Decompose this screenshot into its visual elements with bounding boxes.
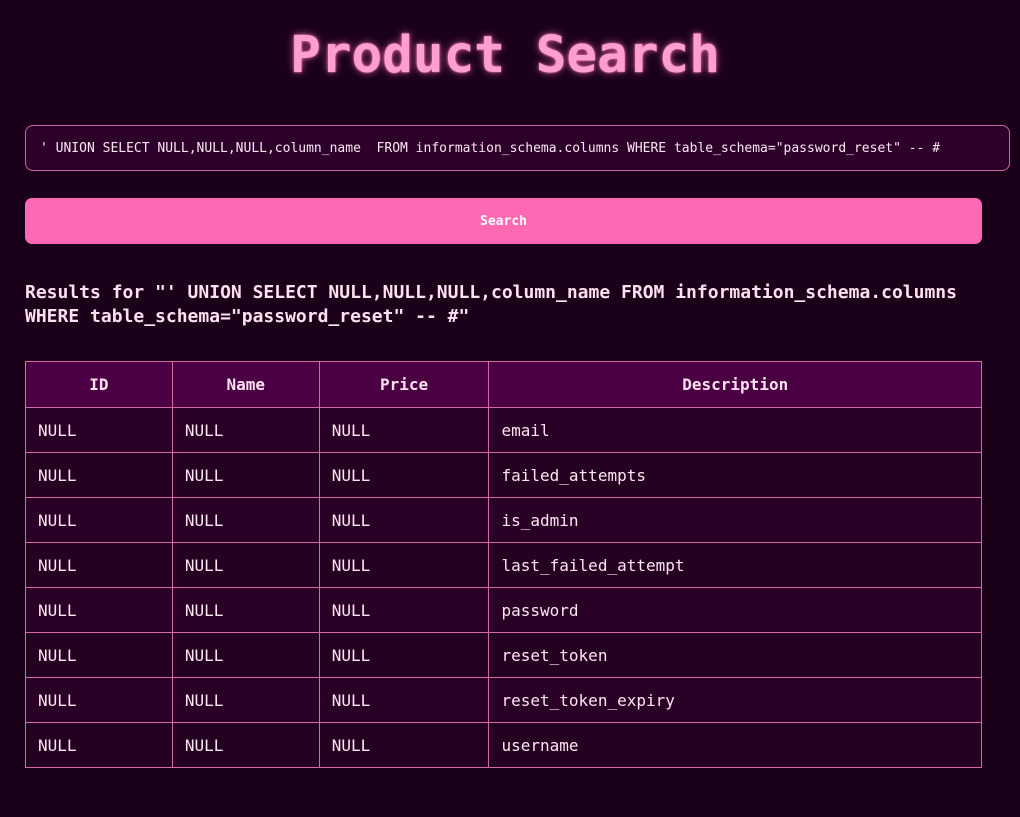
page-title: Product Search [290, 26, 720, 85]
cell-description: last_failed_attempt [488, 542, 982, 588]
table-row: NULL NULL NULL reset_token_expiry [25, 677, 982, 723]
column-header-name: Name [171, 361, 320, 408]
cell-name: NULL [171, 677, 320, 723]
search-input[interactable] [25, 125, 1010, 171]
cell-description: password [488, 587, 982, 633]
cell-id: NULL [25, 497, 173, 543]
table-row: NULL NULL NULL password [25, 587, 982, 633]
cell-description: username [488, 722, 982, 768]
column-header-price: Price [318, 361, 490, 408]
cell-price: NULL [318, 677, 490, 723]
table-header-row: ID Name Price Description [25, 361, 982, 408]
cell-price: NULL [318, 587, 490, 633]
cell-description: is_admin [488, 497, 982, 543]
cell-name: NULL [171, 542, 320, 588]
table-row: NULL NULL NULL is_admin [25, 497, 982, 543]
cell-name: NULL [171, 587, 320, 633]
cell-id: NULL [25, 407, 173, 453]
cell-description: reset_token_expiry [488, 677, 982, 723]
column-header-id: ID [25, 361, 173, 408]
cell-price: NULL [318, 497, 490, 543]
search-button[interactable]: Search [25, 198, 982, 244]
cell-id: NULL [25, 452, 173, 498]
cell-name: NULL [171, 497, 320, 543]
table-row: NULL NULL NULL email [25, 407, 982, 453]
cell-price: NULL [318, 542, 490, 588]
table-row: NULL NULL NULL reset_token [25, 632, 982, 678]
cell-price: NULL [318, 407, 490, 453]
cell-description: reset_token [488, 632, 982, 678]
results-table: ID Name Price Description NULL NULL NULL… [25, 361, 982, 768]
table-row: NULL NULL NULL last_failed_attempt [25, 542, 982, 588]
cell-name: NULL [171, 722, 320, 768]
cell-id: NULL [25, 722, 173, 768]
results-heading: Results for "' UNION SELECT NULL,NULL,NU… [25, 282, 968, 327]
cell-name: NULL [171, 632, 320, 678]
table-row: NULL NULL NULL username [25, 722, 982, 768]
page: Product Search Search Results for "' UNI… [0, 0, 1020, 817]
cell-price: NULL [318, 452, 490, 498]
cell-price: NULL [318, 632, 490, 678]
cell-description: failed_attempts [488, 452, 982, 498]
cell-name: NULL [171, 407, 320, 453]
cell-name: NULL [171, 452, 320, 498]
cell-description: email [488, 407, 982, 453]
cell-id: NULL [25, 587, 173, 633]
cell-id: NULL [25, 632, 173, 678]
cell-price: NULL [318, 722, 490, 768]
table-row: NULL NULL NULL failed_attempts [25, 452, 982, 498]
cell-id: NULL [25, 542, 173, 588]
column-header-description: Description [488, 361, 982, 408]
cell-id: NULL [25, 677, 173, 723]
